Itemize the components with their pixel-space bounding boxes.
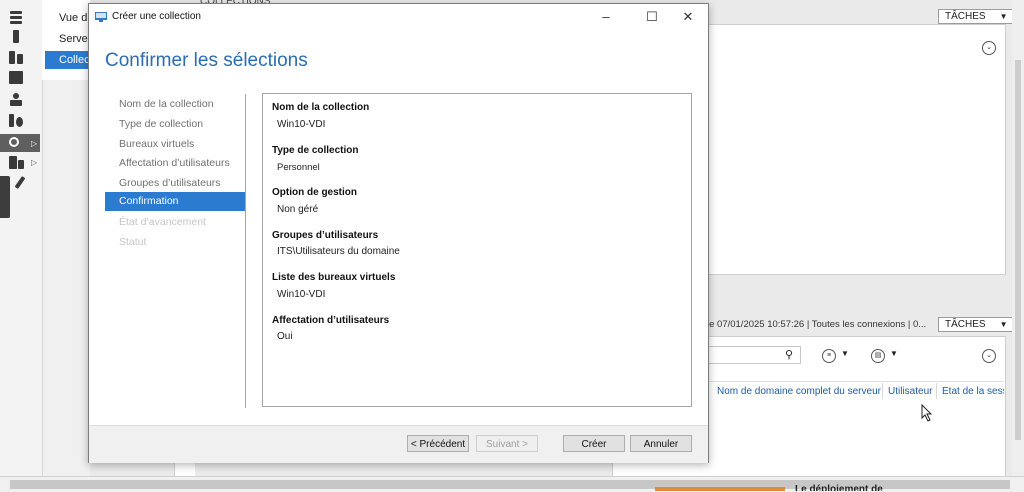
maximize-button[interactable]: ☐: [635, 4, 669, 30]
nav-overview[interactable]: Vue d: [59, 12, 87, 24]
chevron-down-icon[interactable]: ▼: [890, 349, 898, 358]
summary-heading-virtual-desktops: Liste des bureaux virtuels: [272, 272, 396, 283]
summary-value-virtual-desktops: Win10-VDI: [277, 289, 326, 300]
step-confirmation[interactable]: Confirmation: [105, 192, 245, 211]
dialog-title: Créer une collection: [112, 11, 201, 22]
rail-scroll-handle[interactable]: [0, 176, 10, 218]
column-separator: [936, 383, 937, 399]
summary-value-collection-type: Personnel: [277, 162, 320, 173]
remote-desktop-services-icon[interactable]: ▷: [0, 134, 40, 152]
iis-icon[interactable]: [8, 114, 26, 128]
summary-heading-collection-type: Type de collection: [272, 145, 359, 156]
create-button[interactable]: Créer: [563, 435, 625, 452]
close-button[interactable]: ✕: [671, 4, 705, 30]
dialog-heading: Confirmer les sélections: [105, 50, 308, 71]
summary-heading-management-option: Option de gestion: [272, 187, 357, 198]
summary-heading-collection-name: Nom de la collection: [272, 102, 370, 113]
tools-icon[interactable]: [8, 176, 26, 190]
chevron-down-icon[interactable]: ▼: [841, 349, 849, 358]
steps-divider: [245, 94, 246, 408]
step-status: Statut: [119, 236, 147, 248]
column-user[interactable]: Utilisateur: [888, 386, 932, 397]
tasks-label-2: TÂCHES: [945, 319, 986, 330]
step-user-assignment[interactable]: Affectation d’utilisateurs: [119, 157, 230, 169]
previous-button[interactable]: < Précédent: [407, 435, 469, 452]
taskbar-thumbnail: [655, 487, 785, 491]
step-collection-type[interactable]: Type de collection: [119, 118, 203, 130]
tasks-button-top[interactable]: TÂCHES ▼: [938, 9, 1015, 24]
scroll-thumb[interactable]: [1015, 60, 1021, 440]
vertical-scrollbar[interactable]: [1012, 0, 1024, 476]
all-servers-icon[interactable]: [8, 51, 26, 65]
summary-value-user-groups: ITS\Utilisateurs du domaine: [277, 246, 400, 257]
mouse-cursor-icon: [921, 404, 933, 422]
step-user-groups[interactable]: Groupes d’utilisateurs: [119, 177, 221, 189]
collections-pane: [707, 24, 1006, 275]
summary-value-management-option: Non géré: [277, 204, 319, 215]
local-server-icon[interactable]: [8, 30, 26, 44]
dashboard-icon[interactable]: [8, 11, 26, 25]
minimize-button[interactable]: –: [589, 4, 623, 30]
tasks-label: TÂCHES: [945, 11, 986, 22]
step-virtual-desktops[interactable]: Bureaux virtuels: [119, 138, 194, 150]
confirmation-summary: Nom de la collection Win10-VDI Type de c…: [262, 93, 692, 407]
dialog-footer: < Précédent Suivant > Créer Annuler: [89, 425, 708, 463]
create-collection-dialog: Créer une collection – ☐ ✕ Confirmer les…: [88, 3, 709, 463]
users-icon[interactable]: [8, 93, 26, 107]
file-services-icon[interactable]: [8, 71, 26, 85]
chevron-down-icon: ▼: [999, 320, 1008, 329]
summary-heading-user-assignment: Affectation d’utilisateurs: [272, 315, 390, 326]
bottom-pane-edge: [174, 461, 195, 476]
list-options-icon[interactable]: ≡: [822, 349, 836, 363]
chevron-down-icon: ▼: [999, 12, 1008, 21]
summary-heading-user-groups: Groupes d’utilisateurs: [272, 230, 379, 241]
column-session-state[interactable]: État de la sess: [942, 386, 1004, 397]
step-progress: État d’avancement: [119, 216, 206, 228]
next-button[interactable]: Suivant >: [476, 435, 538, 452]
storage-icon[interactable]: ▷: [8, 156, 37, 170]
step-collection-name[interactable]: Nom de la collection: [119, 98, 214, 110]
connections-info: le 07/01/2025 10:57:26 | Toutes les conn…: [707, 319, 927, 330]
nav-collections[interactable]: Collec: [45, 51, 90, 69]
expand-icon[interactable]: ⌄: [982, 349, 996, 363]
dialog-titlebar[interactable]: Créer une collection – ☐ ✕: [89, 4, 708, 30]
search-icon[interactable]: ⚲: [785, 348, 793, 361]
expand-icon[interactable]: ⌄: [982, 41, 996, 55]
group-options-icon[interactable]: ▤: [871, 349, 885, 363]
tasks-button-bottom[interactable]: TÂCHES ▼: [938, 317, 1015, 332]
summary-value-user-assignment: Oui: [277, 331, 293, 342]
column-separator: [882, 383, 883, 399]
collection-app-icon: [95, 12, 107, 22]
cancel-button[interactable]: Annuler: [630, 435, 692, 452]
nav-servers[interactable]: Serve: [59, 33, 88, 45]
bottom-notification-text: Le déploiement de: [795, 484, 883, 491]
column-server-fqdn[interactable]: Nom de domaine complet du serveur: [717, 386, 881, 397]
server-manager-rail: ▷ ▷: [0, 0, 43, 491]
column-header-divider: [707, 381, 1004, 382]
summary-value-collection-name: Win10-VDI: [277, 119, 326, 130]
bottom-pane-edge-right: [612, 461, 1005, 476]
